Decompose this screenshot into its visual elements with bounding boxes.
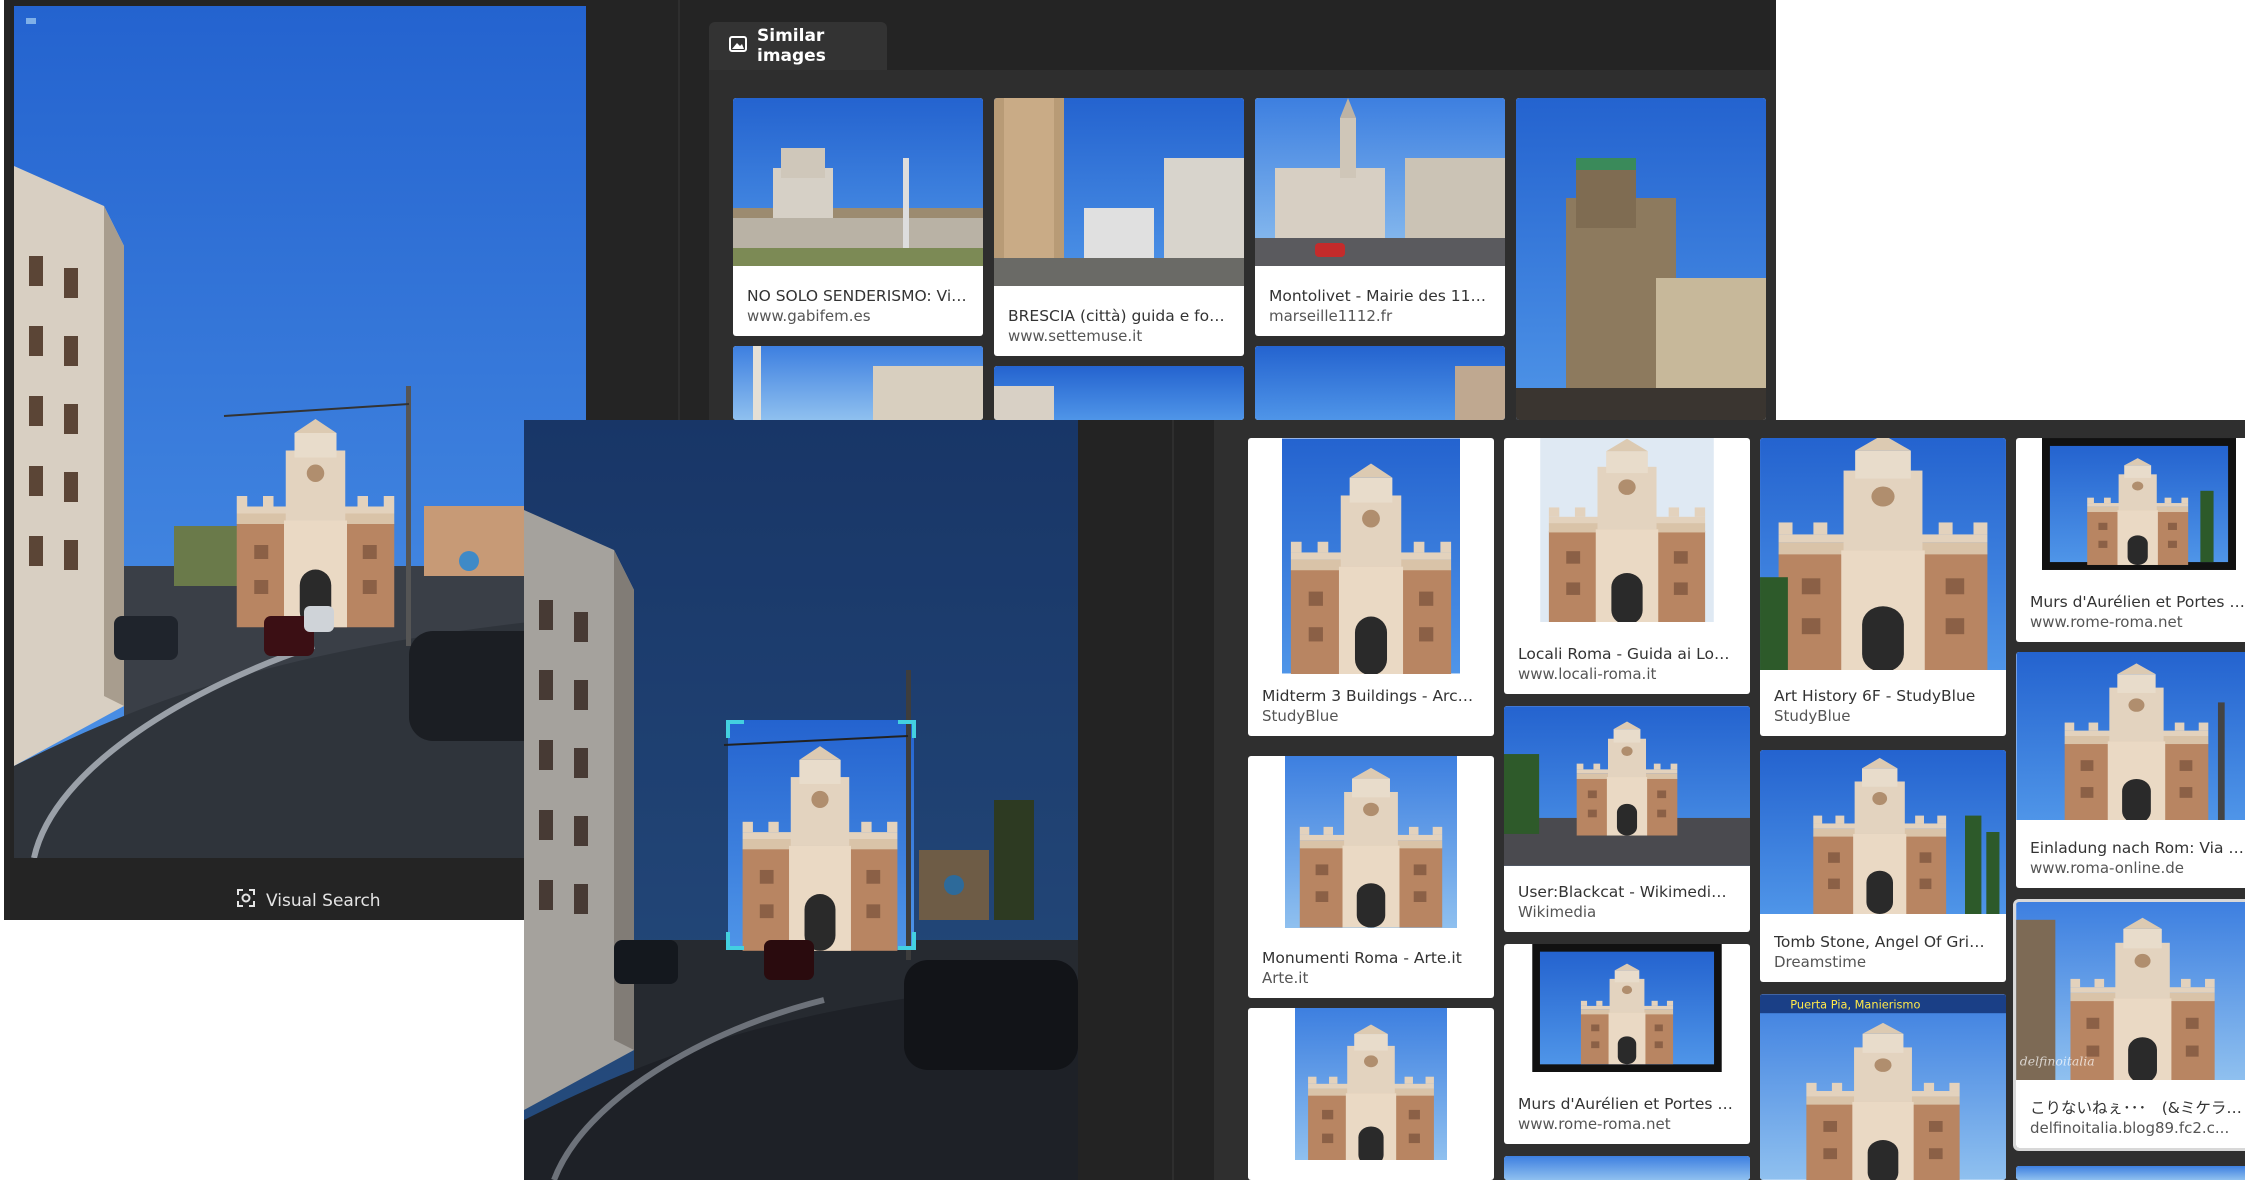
- similar-image-source: www.settemuse.it: [1008, 327, 1143, 345]
- result-thumbnail: [1760, 750, 2006, 914]
- panel-divider[interactable]: [678, 0, 680, 420]
- result-thumbnail: delfinoitalia: [2016, 902, 2245, 1080]
- result-thumbnail: [1285, 756, 1457, 928]
- result-title: Midterm 3 Buildings - Archit...: [1262, 687, 1480, 705]
- similar-image-card[interactable]: [733, 346, 983, 420]
- similar-image-card[interactable]: [1255, 346, 1505, 420]
- result-thumbnail: [1540, 438, 1714, 622]
- tab-label: Similar images: [757, 26, 826, 66]
- result-title: Monumenti Roma - Arte.it: [1262, 949, 1462, 967]
- result-card[interactable]: [2016, 1166, 2245, 1180]
- image-icon: [729, 35, 747, 57]
- result-card[interactable]: [1248, 1008, 1494, 1180]
- query-image[interactable]: [14, 6, 586, 858]
- result-card[interactable]: Locali Roma - Guida ai Local... www.loca…: [1504, 438, 1750, 694]
- result-source: StudyBlue: [1774, 707, 1851, 725]
- result-title: Murs d'Aurélien et Portes de ...: [2030, 593, 2245, 611]
- result-source: Wikimedia: [1518, 903, 1597, 921]
- result-title: Locali Roma - Guida ai Local...: [1518, 645, 1736, 663]
- result-title: Einladung nach Rom: Via No...: [2030, 839, 2245, 857]
- result-card[interactable]: Murs d'Aurélien et Portes de ... www.rom…: [1504, 944, 1750, 1144]
- result-title: Art History 6F - StudyBlue: [1774, 687, 1976, 705]
- result-thumbnail: [2016, 1166, 2245, 1180]
- query-image-cropped[interactable]: [524, 420, 1078, 1180]
- result-source: Arte.it: [1262, 969, 1309, 987]
- result-source: Dreamstime: [1774, 953, 1867, 971]
- similar-image-thumbnail: [1516, 98, 1766, 420]
- result-source: www.rome-roma.net: [2030, 613, 2183, 631]
- result-card[interactable]: Puerta Pia, Manierismo: [1760, 994, 2006, 1180]
- similar-images-grid: NO SOLO SENDERISMO: Viaj... www.gabifem.…: [709, 70, 1776, 420]
- similar-image-thumbnail: [733, 346, 983, 420]
- front-window: Midterm 3 Buildings - Archit... StudyBlu…: [524, 420, 2245, 1180]
- similar-image-title: Montolivet - Mairie des 11e ...: [1269, 287, 1491, 305]
- visual-search-button[interactable]: Visual Search: [236, 888, 381, 913]
- thumbnail-overlay-text: Puerta Pia, Manierismo: [1790, 997, 1920, 1011]
- similar-image-thumbnail: [994, 366, 1244, 420]
- visual-search-results: Midterm 3 Buildings - Archit... StudyBlu…: [1214, 420, 2245, 1180]
- result-thumbnail: [1532, 944, 1722, 1072]
- result-thumbnail: Puerta Pia, Manierismo: [1760, 994, 2006, 1180]
- result-card[interactable]: Art History 6F - StudyBlue StudyBlue: [1760, 438, 2006, 736]
- result-source: www.locali-roma.it: [1518, 665, 1657, 683]
- result-thumbnail: [1504, 1156, 1750, 1180]
- visual-search-label: Visual Search: [266, 890, 381, 911]
- result-thumbnail: [1504, 706, 1750, 866]
- result-thumbnail: [2016, 652, 2245, 820]
- result-card[interactable]: Monumenti Roma - Arte.it Arte.it: [1248, 756, 1494, 998]
- result-source: www.rome-roma.net: [1518, 1115, 1671, 1133]
- result-title: こりないねぇ･･･ (&ミケランジェロ...: [2030, 1099, 2245, 1117]
- result-card-selected[interactable]: delfinoitalia こりないねぇ･･･ (&ミケランジェロ... del…: [2013, 899, 2245, 1151]
- similar-image-thumbnail: [733, 98, 983, 266]
- similar-image-title: NO SOLO SENDERISMO: Viaj...: [747, 287, 969, 305]
- result-card[interactable]: [1504, 1156, 1750, 1180]
- result-card[interactable]: Tomb Stone, Angel Of Grief, ... Dreamsti…: [1760, 750, 2006, 982]
- result-title: Tomb Stone, Angel Of Grief, ...: [1774, 933, 1992, 951]
- thumbnail-watermark: delfinoitalia: [2020, 1054, 2095, 1069]
- result-title: User:Blackcat - Wikimedia C...: [1518, 883, 1736, 901]
- similar-image-card[interactable]: [1516, 98, 1766, 420]
- similar-image-card[interactable]: [994, 366, 1244, 420]
- similar-image-thumbnail: [1255, 98, 1505, 266]
- similar-image-card[interactable]: Montolivet - Mairie des 11e ... marseill…: [1255, 98, 1505, 336]
- similar-image-thumbnail: [1255, 346, 1505, 420]
- result-thumbnail: [2042, 438, 2236, 570]
- visual-search-icon: [236, 888, 256, 913]
- result-source: StudyBlue: [1262, 707, 1339, 725]
- similar-image-source: www.gabifem.es: [747, 307, 871, 325]
- result-thumbnail: [1295, 1008, 1447, 1160]
- result-card[interactable]: Murs d'Aurélien et Portes de ... www.rom…: [2016, 438, 2245, 642]
- result-thumbnail: [1760, 438, 2006, 670]
- result-card[interactable]: Einladung nach Rom: Via No... www.roma-o…: [2016, 652, 2245, 888]
- result-card[interactable]: User:Blackcat - Wikimedia C... Wikimedia: [1504, 706, 1750, 932]
- result-thumbnail: [1282, 438, 1460, 674]
- similar-image-thumbnail: [994, 98, 1244, 286]
- similar-image-card[interactable]: NO SOLO SENDERISMO: Viaj... www.gabifem.…: [733, 98, 983, 336]
- tab-similar-images[interactable]: Similar images: [709, 22, 887, 70]
- similar-image-source: marseille1112.fr: [1269, 307, 1393, 325]
- panel-divider[interactable]: [1172, 420, 1174, 1180]
- similar-image-title: BRESCIA (città) guida e foto ...: [1008, 307, 1230, 325]
- result-card[interactable]: Midterm 3 Buildings - Archit... StudyBlu…: [1248, 438, 1494, 736]
- result-source: delfinoitalia.blog89.fc2.c...: [2030, 1119, 2230, 1137]
- result-source: www.roma-online.de: [2030, 859, 2184, 877]
- result-title: Murs d'Aurélien et Portes de ...: [1518, 1095, 1736, 1113]
- similar-image-card[interactable]: BRESCIA (città) guida e foto ... www.set…: [994, 98, 1244, 356]
